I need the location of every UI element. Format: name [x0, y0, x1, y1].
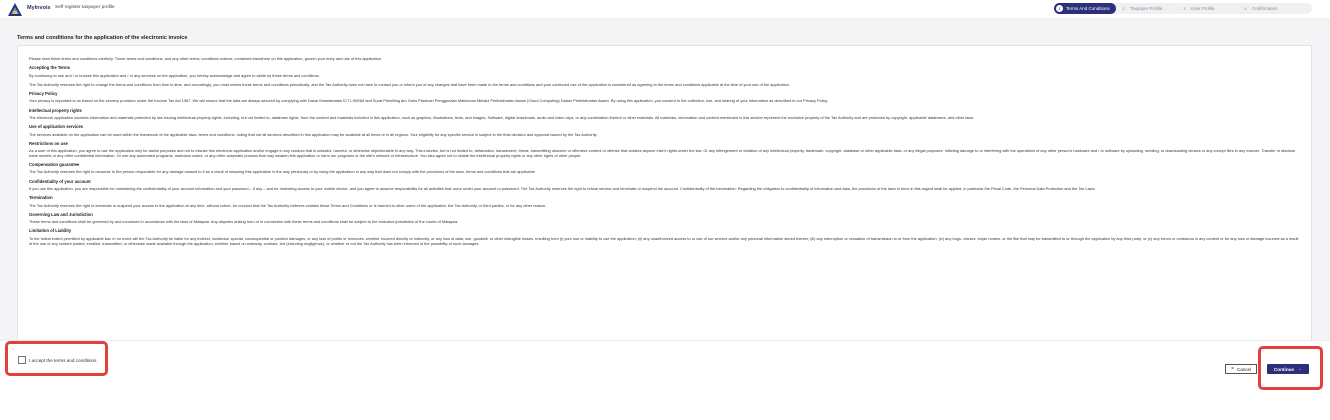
section-paragraph: As a user of this application, you agree…: [29, 148, 1296, 158]
progress-stepper: 1 Terms And Conditions 2 Taxpayer Profil…: [1054, 3, 1312, 14]
cancel-label: Cancel: [1236, 366, 1251, 372]
page-title: Terms and conditions for the application…: [17, 35, 188, 41]
step-label: User Profile: [1191, 6, 1215, 11]
footer-bar: [0, 340, 1330, 420]
terms-card: Please read these terms and conditions c…: [17, 45, 1312, 342]
step-number: 2: [1122, 6, 1125, 11]
step-confirmation: 4 Confirmation: [1242, 3, 1278, 14]
step-label: Taxpayer Profile: [1130, 6, 1163, 11]
cancel-button[interactable]: × Cancel: [1225, 364, 1257, 374]
step-terms: 1 Terms And Conditions: [1054, 3, 1116, 14]
step-number: 1: [1056, 5, 1063, 12]
step-user-profile: 3 User Profile: [1181, 3, 1215, 14]
terms-text[interactable]: Please read these terms and conditions c…: [29, 56, 1301, 246]
highlight-accept-checkbox: [5, 341, 108, 376]
page-subtitle: Self register taxpayer profile: [55, 5, 115, 10]
step-taxpayer-profile: 2 Taxpayer Profile: [1120, 3, 1162, 14]
lhdn-logo-icon: [8, 3, 22, 16]
brand-name: MyInvois: [27, 5, 51, 11]
step-label: Confirmation: [1252, 6, 1278, 11]
step-label: Terms And Conditions: [1066, 6, 1110, 11]
step-number: 4: [1244, 6, 1247, 11]
top-header: MyInvois Self register taxpayer profile …: [0, 0, 1330, 19]
section-paragraph: To the fullest extent permitted by appli…: [29, 235, 1299, 246]
close-icon: ×: [1231, 366, 1234, 372]
highlight-continue-button: [1258, 346, 1323, 390]
step-number: 3: [1183, 6, 1186, 11]
